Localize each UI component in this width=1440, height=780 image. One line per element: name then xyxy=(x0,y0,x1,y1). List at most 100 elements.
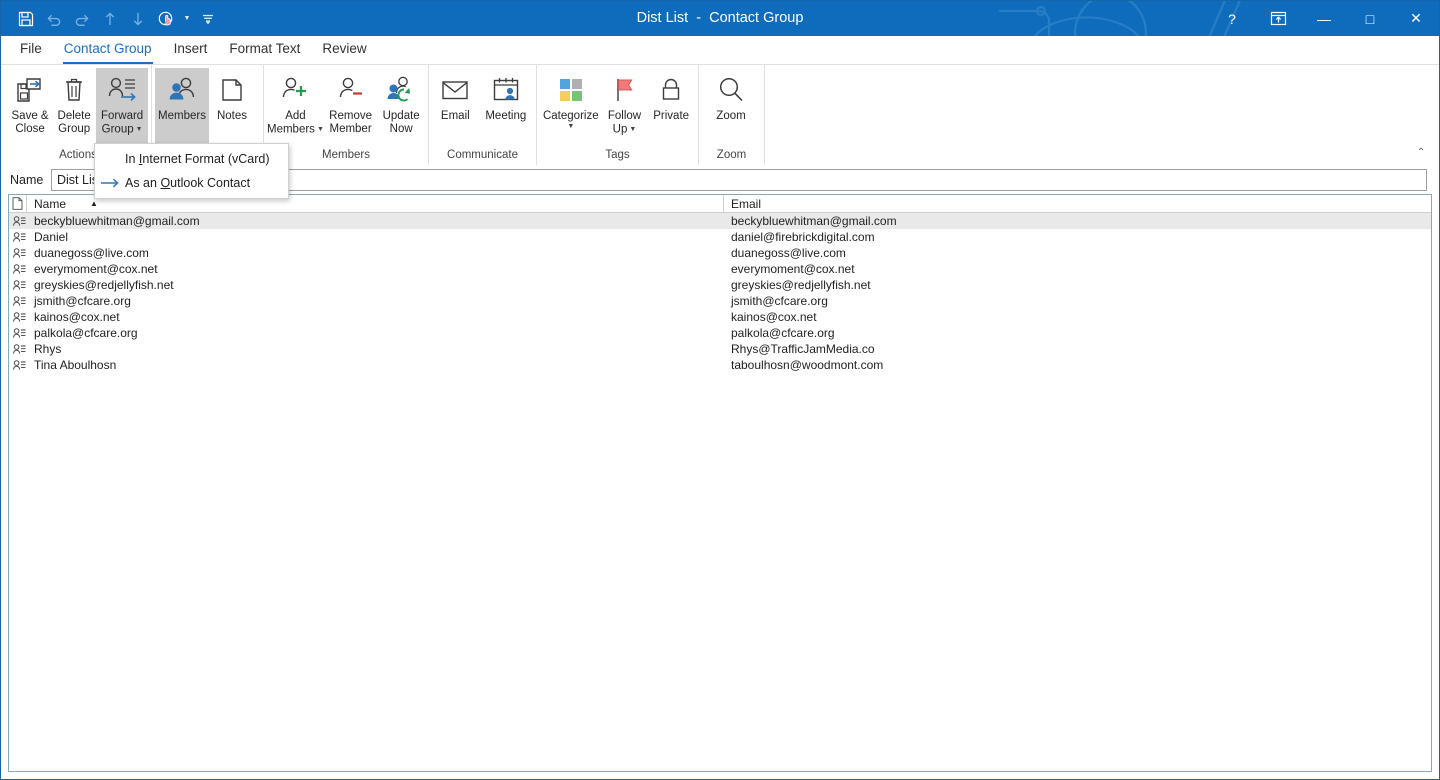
save-and-close-label-2: Close xyxy=(15,123,45,135)
forward-group-menu: In Internet Format (vCard) As an Outlook… xyxy=(94,143,289,199)
delete-group-icon xyxy=(57,73,91,107)
members-grid: Name ▲ Email beckybluewhitman@gmail.com … xyxy=(8,194,1432,772)
update-now-button[interactable]: Update Now xyxy=(377,68,425,144)
ribbon-group-zoom: Zoom Zoom xyxy=(699,65,765,165)
meeting-button[interactable]: Meeting xyxy=(479,68,533,144)
notes-label: Notes xyxy=(216,110,248,122)
title-bar: ▼ Dist List - Contact Group ? — □ ✕ xyxy=(1,1,1439,36)
add-members-label-1: Add xyxy=(285,110,306,122)
save-and-close-button[interactable]: Save & Close xyxy=(8,68,52,144)
ribbon-group-communicate: Email Meeting Communicate xyxy=(429,65,537,165)
update-now-label-1: Update xyxy=(382,110,420,122)
email-label: Email xyxy=(440,110,470,122)
table-row[interactable]: greyskies@redjellyfish.net greyskies@red… xyxy=(9,277,1431,293)
member-email: taboulhosn@woodmont.com xyxy=(731,358,884,372)
close-button[interactable]: ✕ xyxy=(1393,1,1439,36)
tab-format-text[interactable]: Format Text xyxy=(218,35,311,64)
delete-group-label-2: Group xyxy=(58,123,91,135)
contact-group-member-icon xyxy=(9,309,27,325)
delete-group-button[interactable]: Delete Group xyxy=(52,68,96,144)
member-email: jsmith@cfcare.org xyxy=(731,294,828,308)
member-email: daniel@firebrickdigital.com xyxy=(731,230,875,244)
column-header-email[interactable]: Email xyxy=(724,195,1431,213)
collapse-ribbon-button[interactable]: ⌃ xyxy=(1411,143,1431,161)
attachment-column-icon[interactable] xyxy=(9,195,27,213)
categorize-icon xyxy=(554,73,588,107)
undo-icon[interactable] xyxy=(41,6,67,32)
forward-group-button[interactable]: Forward Group ▼ xyxy=(96,68,148,144)
zoom-button[interactable]: Zoom xyxy=(702,68,760,144)
email-button[interactable]: Email xyxy=(432,68,479,144)
private-icon xyxy=(654,73,688,107)
ribbon-display-options-button[interactable] xyxy=(1255,1,1301,36)
save-icon[interactable] xyxy=(13,6,39,32)
contact-group-member-icon xyxy=(9,341,27,357)
private-button[interactable]: Private xyxy=(647,68,695,144)
follow-up-button[interactable]: Follow Up ▼ xyxy=(602,68,648,144)
table-row[interactable]: jsmith@cfcare.org jsmith@cfcare.org xyxy=(9,293,1431,309)
table-row[interactable]: kainos@cox.net kainos@cox.net xyxy=(9,309,1431,325)
ribbon-group-label-communicate: Communicate xyxy=(447,149,518,161)
member-email: greyskies@redjellyfish.net xyxy=(731,278,871,292)
member-name: kainos@cox.net xyxy=(34,310,120,324)
maximize-button[interactable]: □ xyxy=(1347,1,1393,36)
table-row[interactable]: duanegoss@live.com duanegoss@live.com xyxy=(9,245,1431,261)
menu-item-label: As an Outlook Contact xyxy=(125,176,251,190)
member-name: beckybluewhitman@gmail.com xyxy=(34,214,200,228)
contact-group-member-icon xyxy=(9,213,27,229)
categorize-caret-icon[interactable]: ▼ xyxy=(567,123,574,131)
table-row[interactable]: beckybluewhitman@gmail.com beckybluewhit… xyxy=(9,213,1431,229)
next-item-icon[interactable] xyxy=(125,6,151,32)
delete-group-label-1: Delete xyxy=(57,110,91,122)
member-name: palkola@cfcare.org xyxy=(34,326,138,340)
tab-insert[interactable]: Insert xyxy=(163,35,219,64)
contact-group-window: ▼ Dist List - Contact Group ? — □ ✕ File… xyxy=(0,0,1440,780)
tab-review[interactable]: Review xyxy=(311,35,377,64)
ribbon-group-label-zoom: Zoom xyxy=(716,149,747,161)
member-email: Rhys@TrafficJamMedia.co xyxy=(731,342,875,356)
notes-button[interactable]: Notes xyxy=(209,68,255,144)
customize-quick-access-toolbar-icon[interactable] xyxy=(195,6,221,32)
add-members-caret-icon[interactable]: ▼ xyxy=(317,126,324,133)
contact-group-member-icon xyxy=(9,245,27,261)
tab-contact-group[interactable]: Contact Group xyxy=(53,35,163,64)
forward-arrow-icon xyxy=(95,171,125,195)
table-row[interactable]: everymoment@cox.net everymoment@cox.net xyxy=(9,261,1431,277)
minimize-button[interactable]: — xyxy=(1301,1,1347,36)
help-button[interactable]: ? xyxy=(1209,1,1255,36)
table-row[interactable]: Daniel daniel@firebrickdigital.com xyxy=(9,229,1431,245)
members-button[interactable]: Members xyxy=(155,68,209,144)
contact-group-member-icon xyxy=(9,277,27,293)
member-name: Rhys xyxy=(34,342,62,356)
remove-member-button[interactable]: Remove Member xyxy=(324,68,377,144)
categorize-label: Categorize xyxy=(542,110,599,122)
table-row[interactable]: palkola@cfcare.org palkola@cfcare.org xyxy=(9,325,1431,341)
quick-access-toolbar: ▼ xyxy=(1,1,221,36)
table-row[interactable]: Tina Aboulhosn taboulhosn@woodmont.com xyxy=(9,357,1431,373)
forward-group-caret-icon[interactable]: ▼ xyxy=(136,126,143,133)
member-name: greyskies@redjellyfish.net xyxy=(34,278,174,292)
table-row[interactable]: Rhys Rhys@TrafficJamMedia.co xyxy=(9,341,1431,357)
tab-file[interactable]: File xyxy=(9,35,53,64)
touch-mouse-mode-icon[interactable] xyxy=(153,6,179,32)
remove-member-label-1: Remove xyxy=(329,110,372,122)
notes-icon xyxy=(215,73,249,107)
previous-item-icon[interactable] xyxy=(97,6,123,32)
save-and-close-label-1: Save & xyxy=(11,110,49,122)
members-label: Members xyxy=(158,110,206,122)
window-controls: ? — □ ✕ xyxy=(1209,1,1439,36)
contact-group-member-icon xyxy=(9,293,27,309)
categorize-button[interactable]: Categorize ▼ xyxy=(540,68,602,144)
member-name: Daniel xyxy=(34,230,69,244)
contact-group-member-icon xyxy=(9,357,27,373)
menu-item-in-internet-format-vcard[interactable]: In Internet Format (vCard) xyxy=(95,147,288,171)
private-label: Private xyxy=(653,110,690,122)
remove-member-icon xyxy=(334,73,368,107)
member-email: beckybluewhitman@gmail.com xyxy=(731,214,897,228)
menu-item-as-an-outlook-contact[interactable]: As an Outlook Contact xyxy=(95,171,288,195)
add-members-button[interactable]: Add Members ▼ xyxy=(267,68,324,144)
member-name: everymoment@cox.net xyxy=(34,262,158,276)
redo-icon[interactable] xyxy=(69,6,95,32)
follow-up-caret-icon[interactable]: ▼ xyxy=(629,126,636,133)
touch-mode-caret-icon[interactable]: ▼ xyxy=(181,6,193,32)
